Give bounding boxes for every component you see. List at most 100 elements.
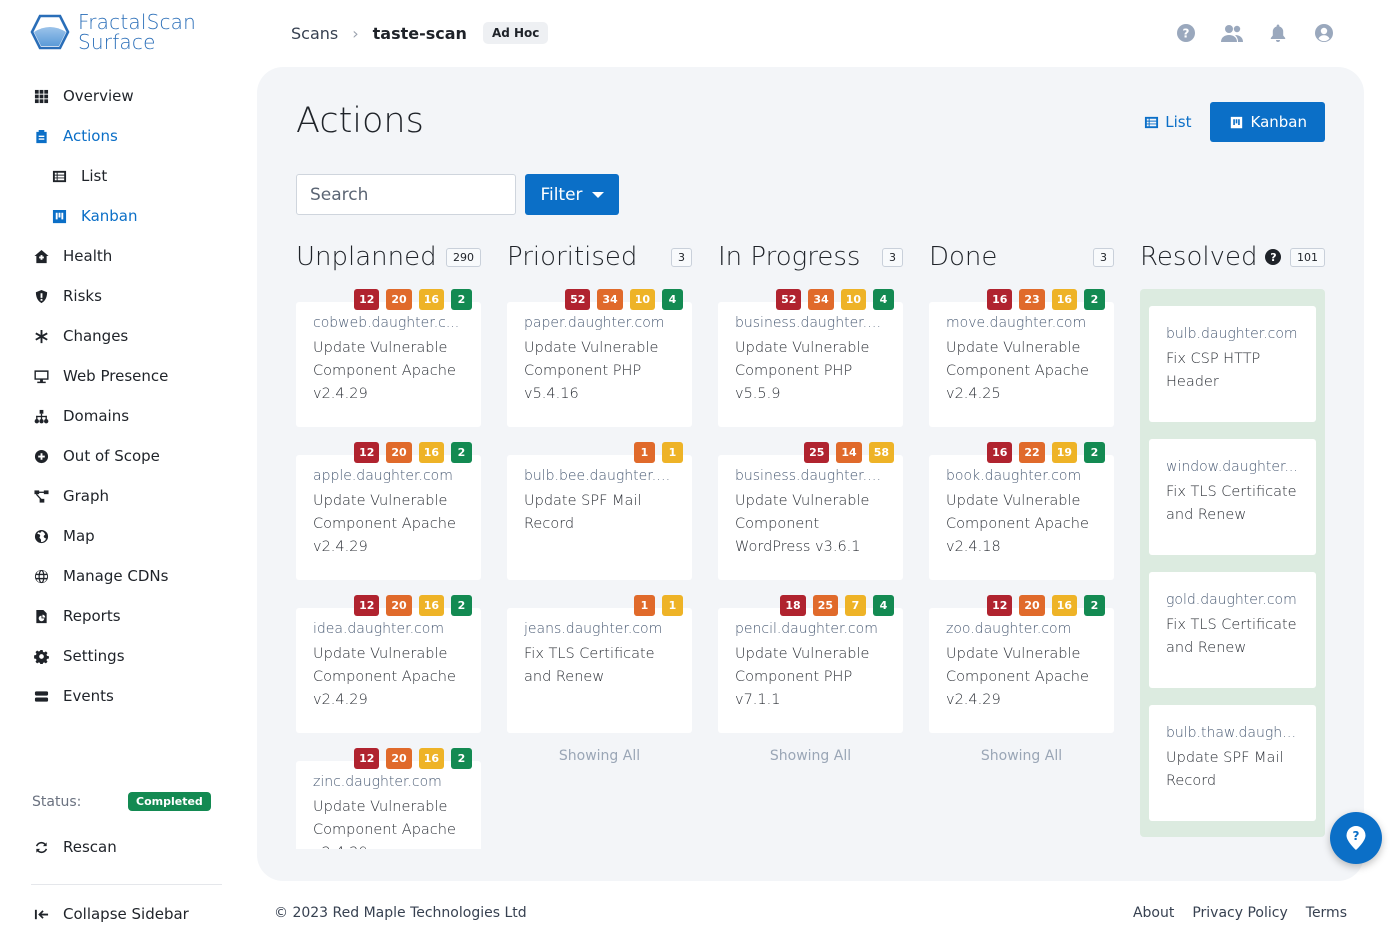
action-card[interactable]: window.daughter... Fix TLS Certificate an… — [1149, 439, 1316, 555]
column-count-badge: 290 — [446, 247, 481, 267]
page-title: Actions — [296, 101, 424, 141]
severity-badge-critical: 16 — [987, 442, 1013, 463]
column-resolved: Resolved? 101 bulb.daughter.com Fix CSP HTT… — [1140, 237, 1325, 849]
card-title: Update Vulnerable Component Apache v2.4.… — [313, 646, 456, 708]
action-card[interactable]: zinc.daughter.com Update Vulnerable Compo… — [296, 761, 481, 849]
action-card[interactable]: gold.daughter.com Fix TLS Certificate and… — [1149, 572, 1316, 688]
severity-badge-high: 20 — [386, 289, 412, 310]
card-domain: business.daughter.c... — [735, 468, 886, 484]
status-label: Status: — [32, 793, 82, 810]
card-title: Update Vulnerable Component PHP v5.5.9 — [735, 340, 870, 402]
sidebar-item-actions[interactable]: Actions — [30, 116, 230, 156]
list-view-button[interactable]: List — [1144, 113, 1192, 131]
sidebar-item-domains[interactable]: Domains — [30, 396, 230, 436]
action-card[interactable]: paper.daughter.com Update Vulnerable Comp… — [507, 302, 692, 427]
action-card[interactable]: cobweb.daughter.c... Update Vulnerable Co… — [296, 302, 481, 427]
brand-logo[interactable]: FractalScan Surface — [28, 12, 196, 52]
action-card[interactable]: bulb.daughter.com Fix CSP HTTP Header — [1149, 306, 1316, 422]
breadcrumb-scans[interactable]: Scans — [291, 24, 338, 43]
card-wrapper: 1 1 bulb.bee.daughter.c... Update SPF Mail … — [507, 442, 692, 580]
action-card[interactable]: idea.daughter.com Update Vulnerable Compo… — [296, 608, 481, 733]
action-card[interactable]: pencil.daughter.com Update Vulnerable Com… — [718, 608, 903, 733]
severity-badge-low: 2 — [1084, 595, 1105, 616]
severity-badges: 12 20 16 2 — [354, 289, 472, 310]
help-fab-button[interactable]: ? — [1330, 812, 1382, 864]
network-globe-icon — [30, 565, 52, 587]
sidebar-item-label: Settings — [63, 647, 125, 665]
sidebar-item-changes[interactable]: Changes — [30, 316, 230, 356]
sidebar-item-manage-cdns[interactable]: Manage CDNs — [30, 556, 230, 596]
monitor-icon — [30, 365, 52, 387]
footer-link-terms[interactable]: Terms — [1306, 905, 1347, 921]
card-domain: apple.daughter.com — [313, 468, 453, 484]
search-input[interactable] — [296, 174, 516, 215]
brand-name: FractalScan Surface — [78, 12, 196, 52]
action-card[interactable]: apple.daughter.com Update Vulnerable Comp… — [296, 455, 481, 580]
column-header: Done 3 — [929, 237, 1114, 277]
sidebar-item-label: Reports — [63, 607, 121, 625]
card-title: Fix TLS Certificate and Renew — [1166, 617, 1297, 656]
clipboard-icon — [30, 125, 52, 147]
card-wrapper: 1 1 jeans.daughter.com Fix TLS Certificate … — [507, 595, 692, 733]
sidebar-item-settings[interactable]: Settings — [30, 636, 230, 676]
filter-button[interactable]: Filter — [525, 174, 619, 215]
action-card[interactable]: bulb.thaw.daught... Update SPF Mail Recor… — [1149, 705, 1316, 821]
help-icon[interactable]: ? — [1174, 22, 1198, 44]
rescan-button[interactable]: Rescan — [30, 827, 117, 867]
severity-badge-critical: 18 — [780, 595, 806, 616]
chevron-right-icon: › — [352, 23, 359, 43]
user-avatar-icon[interactable] — [1312, 22, 1336, 44]
sidebar-item-label: Changes — [63, 327, 129, 345]
action-card[interactable]: zoo.daughter.com Update Vulnerable Compon… — [929, 608, 1114, 733]
severity-badge-medium: 1 — [662, 442, 683, 463]
action-card[interactable]: bulb.bee.daughter.c... Update SPF Mail Re… — [507, 455, 692, 580]
help-circle-icon[interactable]: ? — [1265, 249, 1282, 265]
action-card[interactable]: book.daughter.com Update Vulnerable Compo… — [929, 455, 1114, 580]
sidebar-item-kanban[interactable]: Kanban — [30, 196, 230, 236]
action-card[interactable]: business.daughter.c... Update Vulnerable … — [718, 302, 903, 427]
kanban-view-button[interactable]: Kanban — [1209, 102, 1325, 142]
sidebar-item-list[interactable]: List — [30, 156, 230, 196]
action-card[interactable]: jeans.daughter.com Fix TLS Certificate an… — [507, 608, 692, 733]
sidebar-item-label: List — [81, 167, 108, 185]
bell-icon[interactable] — [1266, 22, 1290, 44]
footer-link-privacy[interactable]: Privacy Policy — [1192, 905, 1287, 921]
card-list: 12 20 16 2 cobweb.daughter.c... Update Vulner… — [296, 289, 481, 849]
sidebar-item-label: Events — [63, 687, 114, 705]
collapse-arrow-icon — [30, 903, 52, 925]
severity-badges: 11 — [634, 595, 683, 616]
sidebar-item-web-presence[interactable]: Web Presence — [30, 356, 230, 396]
severity-badge-medium: 10 — [629, 289, 655, 310]
action-card[interactable]: move.daughter.com Update Vulnerable Compo… — [929, 302, 1114, 427]
action-card[interactable]: business.daughter.c... Update Vulnerable … — [718, 455, 903, 580]
footer-link-about[interactable]: About — [1133, 905, 1174, 921]
collapse-sidebar-button[interactable]: Collapse Sidebar — [30, 894, 189, 934]
sidebar-item-map[interactable]: Map — [30, 516, 230, 556]
brand-line1: FractalScan — [78, 10, 197, 34]
sidebar-item-overview[interactable]: Overview — [30, 76, 230, 116]
card-wrapper: 52 34 10 4 paper.daughter.com Update Vulnerab… — [507, 289, 692, 427]
sidebar-item-risks[interactable]: Risks — [30, 276, 230, 316]
column-title-text: Prioritised — [507, 242, 638, 272]
sidebar-item-reports[interactable]: Reports — [30, 596, 230, 636]
severity-badge-critical: 52 — [565, 289, 591, 310]
card-title: Fix CSP HTTP Header — [1166, 351, 1261, 390]
sidebar-item-events[interactable]: Events — [30, 676, 230, 716]
card-domain: cobweb.daughter.c... — [313, 315, 460, 331]
column-count-badge: 101 — [1290, 247, 1325, 267]
sidebar-item-graph[interactable]: Graph — [30, 476, 230, 516]
sidebar-item-health[interactable]: Health — [30, 236, 230, 276]
sidebar-nav: Overview Actions List Kanban Health Risks Chan… — [30, 76, 230, 716]
showing-all-label: Showing All — [769, 748, 852, 764]
severity-badges: 18 25 7 4 — [780, 595, 894, 616]
users-icon[interactable] — [1220, 22, 1244, 44]
sidebar-item-out-of-scope[interactable]: Out of Scope — [30, 436, 230, 476]
severity-badge-high: 1 — [634, 442, 655, 463]
severity-badge-critical: 12 — [354, 748, 380, 769]
column-title-text: Resolved — [1140, 242, 1258, 272]
card-title: Update Vulnerable Component Apache v2.4.… — [313, 493, 456, 555]
sidebar-item-label: Risks — [63, 287, 102, 305]
card-list: 52 34 10 4 business.daughter.c... Update Vuln… — [718, 289, 903, 733]
breadcrumb: Scans › taste-scan Ad Hoc — [291, 20, 549, 46]
card-domain: window.daughter... — [1166, 459, 1298, 475]
